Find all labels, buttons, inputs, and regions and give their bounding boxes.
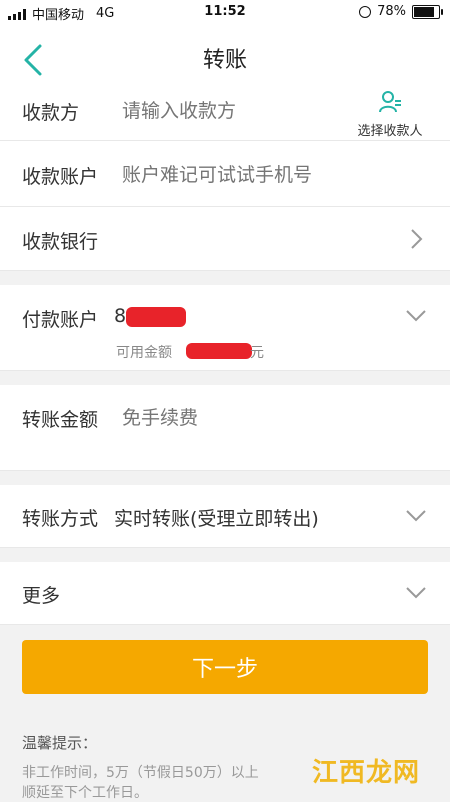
chevron-down-icon: [406, 510, 426, 522]
chevron-down-icon: [406, 310, 426, 322]
battery-percent: 78%: [377, 4, 406, 19]
transfer-method-label: 转账方式: [22, 508, 99, 530]
more-row[interactable]: 更多: [0, 562, 450, 625]
redacted-balance: [186, 343, 252, 359]
payee-label: 收款方: [22, 102, 80, 124]
watermark: 江西龙网: [311, 758, 420, 788]
page-title: 转账: [202, 48, 247, 73]
chevron-down-icon: [406, 587, 426, 599]
amount-row: 转账金额: [0, 385, 450, 471]
more-label: 更多: [22, 585, 61, 607]
select-payee-button[interactable]: 选择收款人: [350, 90, 430, 139]
pay-account-number: 8: [114, 305, 127, 327]
available-balance-label: 可用金额: [116, 345, 172, 361]
bank-row[interactable]: 收款银行: [0, 207, 450, 271]
pay-account-label: 付款账户: [22, 309, 99, 331]
amount-label: 转账金额: [22, 409, 99, 431]
currency-unit: 元: [250, 345, 264, 361]
tips-line-1: 非工作时间，5万（节假日50万）以上: [22, 765, 259, 781]
amount-input[interactable]: [122, 405, 402, 431]
contact-person-icon: [379, 91, 401, 113]
chevron-right-icon: [411, 229, 423, 249]
tips-line-2: 顺延至下个工作日。: [22, 785, 148, 801]
payee-row: 收款方 选择收款人: [0, 90, 450, 141]
transfer-method-value: 实时转账(受理立即转出): [114, 508, 319, 530]
bank-label: 收款银行: [22, 231, 99, 253]
account-input[interactable]: [122, 162, 402, 188]
pay-account-row[interactable]: 付款账户 8 可用金额 元: [0, 285, 450, 371]
select-payee-label: 选择收款人: [357, 124, 423, 139]
next-step-button[interactable]: 下一步: [22, 640, 428, 694]
nav-bar: 转账: [0, 26, 450, 90]
transfer-method-row[interactable]: 转账方式 实时转账(受理立即转出): [0, 485, 450, 548]
status-bar: 中国移动 4G 11:52 78%: [0, 0, 450, 26]
battery-icon: [412, 4, 443, 19]
rotation-lock-icon: [359, 5, 372, 18]
status-right: 78%: [359, 4, 443, 19]
account-label: 收款账户: [22, 166, 99, 188]
tips-title: 温馨提示：: [22, 734, 98, 752]
payee-input[interactable]: [122, 98, 342, 124]
redacted-account-number: [126, 307, 186, 327]
account-row: 收款账户: [0, 141, 450, 207]
